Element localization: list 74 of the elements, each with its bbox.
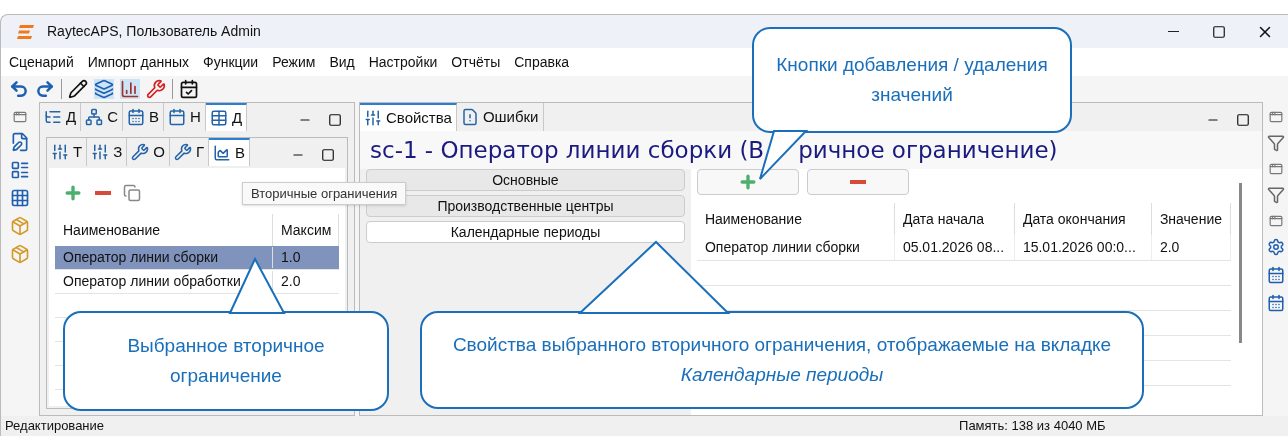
- scrollbar[interactable]: [1239, 183, 1242, 343]
- tooltip: Вторичные ограничения: [242, 182, 407, 205]
- menu-item[interactable]: Настройки: [368, 51, 438, 73]
- tab-icon: [168, 108, 187, 126]
- memory-status: Память: 138 из 4040 МБ: [959, 417, 1106, 436]
- callout-text: Свойства выбранного вторичного ограничения, отображаемые на вкладке Календарные периоды: [451, 333, 1113, 387]
- tab-icon: [127, 108, 145, 126]
- menu-item[interactable]: Импорт данных: [87, 51, 190, 73]
- column-header: Дата окончания: [1014, 203, 1152, 235]
- column-header: Значение: [1151, 203, 1231, 235]
- section-button[interactable]: Основные: [366, 169, 685, 191]
- tab-icon: [91, 143, 110, 161]
- filter-icon[interactable]: [1266, 134, 1285, 152]
- undo-icon[interactable]: [9, 79, 29, 99]
- app-logo-icon: [17, 23, 35, 40]
- panel-tab[interactable]: В: [209, 138, 251, 166]
- copy-icon[interactable]: [123, 184, 141, 202]
- chart-icon[interactable]: [120, 79, 140, 99]
- panel-tab[interactable]: Д: [205, 103, 248, 131]
- tab-icon: [44, 108, 62, 126]
- column-header: Наименование: [696, 203, 895, 235]
- table-cell: Оператор линии сборки: [696, 235, 895, 260]
- section-button[interactable]: Календарные периоды: [366, 221, 685, 243]
- page-heading: ричное ограничение): [798, 135, 1058, 165]
- column-header: Дата начала: [894, 203, 1015, 235]
- tab-icon: [85, 108, 104, 126]
- restore-icon[interactable]: [1268, 162, 1283, 176]
- menu-item[interactable]: Сценарий: [9, 51, 74, 73]
- filter-icon[interactable]: [1266, 186, 1285, 204]
- maximize-icon[interactable]: [321, 148, 335, 162]
- add-button[interactable]: [696, 169, 799, 195]
- callout-text: Кнопки добавления / удаления значений: [775, 53, 1049, 107]
- minus-icon: [849, 180, 866, 184]
- gear-icon[interactable]: [1266, 238, 1285, 256]
- table-cell-text: 2.0: [280, 272, 302, 291]
- calendar-icon[interactable]: [179, 79, 199, 99]
- grid-icon[interactable]: [10, 188, 30, 208]
- table-cell-text: 1.0: [280, 248, 302, 267]
- maximize-icon: [1212, 24, 1226, 39]
- remove-button[interactable]: [806, 169, 909, 195]
- minimize-icon: [1167, 31, 1179, 32]
- document-edit-icon[interactable]: [10, 132, 30, 152]
- menu-item[interactable]: Режим: [272, 51, 316, 73]
- restore-icon[interactable]: [1268, 110, 1283, 124]
- layers-icon[interactable]: [94, 79, 114, 99]
- maximize-icon[interactable]: [328, 113, 342, 127]
- tab-icon: [51, 143, 69, 161]
- restore-icon[interactable]: [1268, 214, 1283, 228]
- tab-icon: [173, 143, 192, 161]
- menu-item[interactable]: Вид: [329, 51, 355, 73]
- redo-icon[interactable]: [35, 79, 55, 99]
- window-title: RaytecAPS, Пользователь Admin: [47, 22, 261, 41]
- page-heading: sc-1 - Оператор линии сборки (В: [370, 135, 765, 165]
- add-icon[interactable]: [63, 183, 83, 203]
- table-cell: 2.0: [1151, 235, 1231, 260]
- pencil-icon[interactable]: [68, 79, 88, 99]
- callout-text: Выбранное вторичное ограничение: [126, 334, 326, 388]
- tab-icon: [209, 109, 228, 127]
- panel-tab[interactable]: Свойства: [360, 103, 457, 131]
- menu-item[interactable]: Справка: [514, 51, 570, 73]
- table-cell: 15.01.2026 00:0...: [1014, 235, 1152, 260]
- tab-icon: [460, 108, 479, 126]
- maximize-icon[interactable]: [1236, 113, 1250, 127]
- restore-icon[interactable]: [13, 110, 27, 124]
- list-icon[interactable]: [10, 160, 30, 180]
- table-row[interactable]: Оператор линии сборки 1.0: [55, 246, 339, 270]
- tab-icon: [213, 144, 232, 162]
- menu-item[interactable]: Отчёты: [451, 51, 501, 73]
- status-text: Редактирование: [5, 417, 105, 436]
- table-cell: 05.01.2026 08...: [894, 235, 1015, 260]
- menu-item[interactable]: Функции: [203, 51, 259, 73]
- tab-icon: [131, 143, 150, 161]
- tab-icon: [364, 109, 382, 127]
- wrench-icon[interactable]: [146, 79, 166, 99]
